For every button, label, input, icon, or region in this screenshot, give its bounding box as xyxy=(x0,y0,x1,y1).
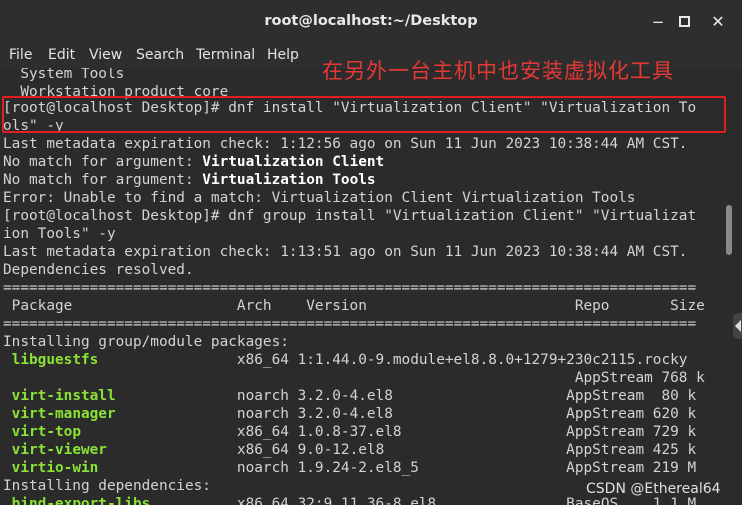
package-row: virt-install noarch 3.2.0-4.el8 AppStrea… xyxy=(11,388,697,404)
table-separator: ========================================… xyxy=(3,316,697,332)
package-row: virtio-win noarch 1.9.24-2.el8_5 AppStre… xyxy=(11,460,697,476)
table-header: Package Arch Version Repo Size xyxy=(3,298,705,314)
menu-search[interactable]: Search xyxy=(136,47,184,63)
window-titlebar: root@localhost:~/Desktop − ✕ xyxy=(0,0,742,44)
minimize-button[interactable]: − xyxy=(647,11,669,33)
terminal-line: Last metadata expiration check: 1:12:56 … xyxy=(3,136,688,152)
close-button[interactable]: ✕ xyxy=(707,11,729,33)
menu-file[interactable]: File xyxy=(9,47,32,63)
terminal-command-line: [root@localhost Desktop]# dnf group inst… xyxy=(3,208,697,224)
package-row: virt-manager noarch 3.2.0-4.el8 AppStrea… xyxy=(11,406,697,422)
maximize-icon xyxy=(678,15,690,27)
table-separator: ========================================… xyxy=(3,280,697,296)
menu-help[interactable]: Help xyxy=(267,47,299,63)
chevron-left-icon xyxy=(735,320,741,332)
scrollbar-thumb[interactable] xyxy=(726,205,732,255)
section-heading: Installing dependencies: xyxy=(3,478,211,494)
terminal-line: No match for argument: Virtualization To… xyxy=(3,172,376,188)
package-row: virt-top x86_64 1.0.8-37.el8 AppStream 7… xyxy=(11,424,697,440)
terminal-line: Error: Unable to find a match: Virtualiz… xyxy=(3,190,636,206)
maximize-button[interactable] xyxy=(673,11,695,33)
side-panel-toggle[interactable] xyxy=(733,313,742,339)
highlight-box xyxy=(2,96,726,133)
package-row: libguestfs x86_64 1:1.44.0-9.module+el8.… xyxy=(11,352,688,368)
watermark: CSDN @Ethereal64 xyxy=(586,481,721,497)
section-heading: Installing group/module packages: xyxy=(3,334,289,350)
window-title: root@localhost:~/Desktop xyxy=(264,13,478,29)
menu-terminal[interactable]: Terminal xyxy=(196,47,255,63)
terminal-line: System Tools xyxy=(3,68,125,82)
package-row: virt-viewer x86_64 9.0-12.el8 AppStream … xyxy=(11,442,697,458)
menu-view[interactable]: View xyxy=(89,47,122,63)
terminal-output[interactable]: System Tools Workstation product core [r… xyxy=(0,68,742,505)
annotation-text: 在另外一台主机中也安装虚拟化工具 xyxy=(322,59,674,83)
menu-edit[interactable]: Edit xyxy=(48,47,75,63)
package-row-continuation: AppStream 768 k xyxy=(3,370,705,386)
terminal-line: Last metadata expiration check: 1:13:51 … xyxy=(3,244,688,260)
terminal-line: Dependencies resolved. xyxy=(3,262,194,278)
terminal-line: No match for argument: Virtualization Cl… xyxy=(3,154,385,170)
terminal-command-line: ion Tools" -y xyxy=(3,226,116,242)
